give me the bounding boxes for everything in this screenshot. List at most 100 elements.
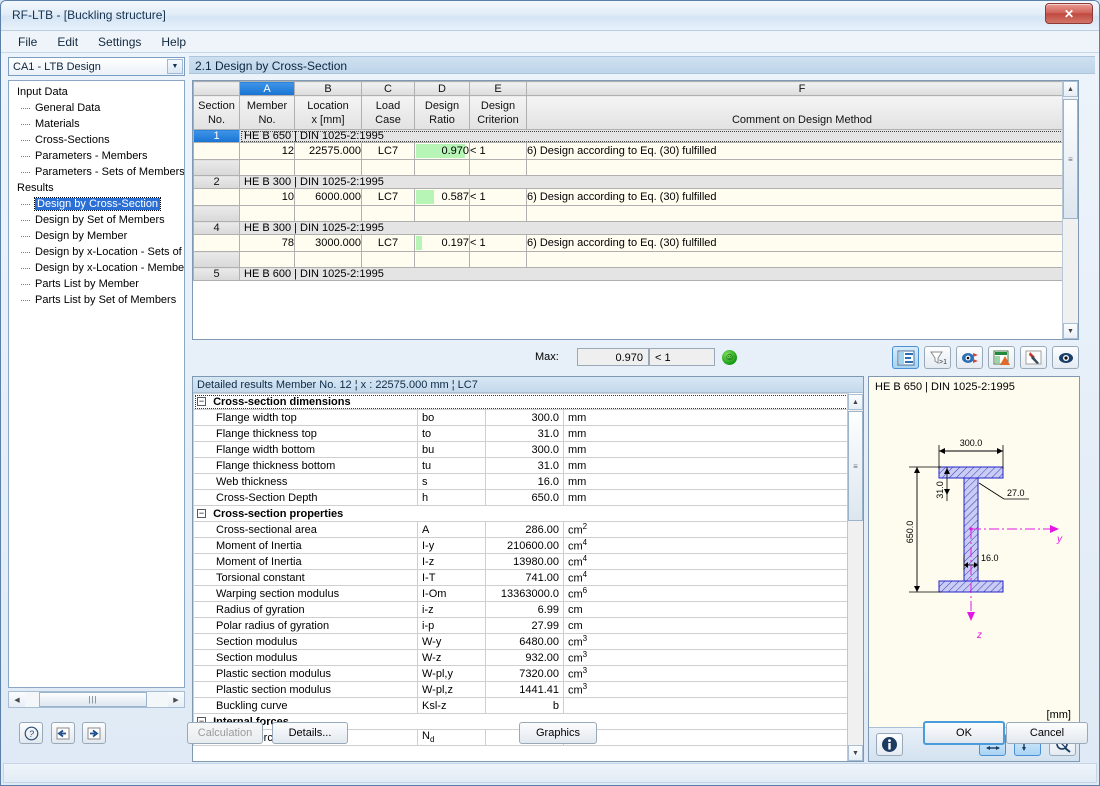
cell-location[interactable]: 6000.000 xyxy=(294,188,362,206)
menu-settings[interactable]: Settings xyxy=(89,32,150,52)
cell-design-criterion[interactable]: < 1 xyxy=(469,188,527,206)
blank-cell[interactable] xyxy=(294,251,362,268)
detail-row[interactable]: Flange thickness bottom tu 31.0 mm xyxy=(193,457,849,474)
detail-row[interactable]: Polar radius of gyration i-p 27.99 cm xyxy=(193,617,849,634)
detailed-results-panel[interactable]: Detailed results Member No. 12 ¦ x : 225… xyxy=(192,376,864,762)
detail-row[interactable]: Radius of gyration i-z 6.99 cm xyxy=(193,601,849,618)
sidebar-item-parameters-members[interactable]: Parameters - Members xyxy=(13,148,184,164)
cell-location[interactable]: 3000.000 xyxy=(294,234,362,252)
chevron-down-icon[interactable]: ▼ xyxy=(167,59,183,74)
detail-row[interactable]: Flange width top bo 300.0 mm xyxy=(193,409,849,426)
scroll-thumb[interactable]: ||| xyxy=(39,692,147,707)
ok-button[interactable]: OK xyxy=(923,721,1005,745)
blank-cell[interactable] xyxy=(414,159,470,176)
details-button[interactable]: Details... xyxy=(272,722,348,744)
column-letter-f[interactable]: F xyxy=(526,81,1078,96)
blank-cell[interactable] xyxy=(469,205,527,222)
cell-design-ratio[interactable]: 0.197 xyxy=(414,234,470,252)
blank-cell[interactable] xyxy=(469,251,527,268)
cell-comment[interactable]: 6) Design according to Eq. (30) fulfille… xyxy=(526,188,1078,206)
cell-load-case[interactable]: LC7 xyxy=(361,234,415,252)
scroll-thumb[interactable]: ≡ xyxy=(1063,99,1078,219)
blank-cell[interactable] xyxy=(526,159,1078,176)
blank-cell[interactable] xyxy=(294,159,362,176)
results-table[interactable]: A B C D E F Section No. Member No. Locat… xyxy=(192,80,1079,340)
menu-edit[interactable]: Edit xyxy=(48,32,87,52)
blank-cell[interactable] xyxy=(239,205,295,222)
column-letter-a[interactable]: A xyxy=(239,81,295,96)
cell-location[interactable]: 22575.000 xyxy=(294,142,362,160)
blank-cell[interactable] xyxy=(361,159,415,176)
previous-arrow-icon[interactable] xyxy=(51,722,75,744)
results-vertical-scrollbar[interactable]: ▲ ≡ ▼ xyxy=(1062,81,1078,339)
blank-cell[interactable] xyxy=(414,205,470,222)
visibility-eye-icon[interactable] xyxy=(1052,346,1079,369)
column-letter-d[interactable]: D xyxy=(414,81,470,96)
detail-row[interactable]: Plastic section modulus W-pl,y 7320.00 c… xyxy=(193,665,849,682)
blank-cell[interactable] xyxy=(526,205,1078,222)
cell-member-no[interactable]: 10 xyxy=(239,188,295,206)
cell-comment[interactable]: 6) Design according to Eq. (30) fulfille… xyxy=(526,142,1078,160)
cancel-button[interactable]: Cancel xyxy=(1006,722,1088,744)
sidebar-item-design-by-set-of-members[interactable]: Design by Set of Members xyxy=(13,212,184,228)
cross-section-graphic-panel[interactable]: HE B 650 | DIN 1025-2:1995 300.0 650.0 3… xyxy=(868,376,1080,762)
table-row[interactable]: 12 22575.000 LC7 0.970 < 1 6) Design acc… xyxy=(193,142,1078,160)
blank-cell[interactable] xyxy=(294,205,362,222)
view-results-icon[interactable] xyxy=(956,346,983,369)
table-row[interactable]: 78 3000.000 LC7 0.197 < 1 6) Design acco… xyxy=(193,234,1078,252)
table-blank-row[interactable] xyxy=(193,251,1078,268)
blank-cell[interactable] xyxy=(361,251,415,268)
column-letter-b[interactable]: B xyxy=(294,81,362,96)
sidebar-item-general-data[interactable]: General Data xyxy=(13,100,184,116)
detail-row[interactable]: Warping section modulus I-Om 13363000.0 … xyxy=(193,585,849,602)
blank-cell[interactable] xyxy=(239,159,295,176)
detail-group-cross-section-properties[interactable]: − Cross-section properties xyxy=(193,505,849,522)
calculation-button[interactable]: Calculation xyxy=(187,722,263,744)
cell-member-no[interactable]: 12 xyxy=(239,142,295,160)
design-case-combo[interactable]: CA1 - LTB Design ▼ xyxy=(8,57,185,76)
sidebar-item-parameters-sets-of-members[interactable]: Parameters - Sets of Members xyxy=(13,164,184,180)
detail-row[interactable]: Flange thickness top to 31.0 mm xyxy=(193,425,849,442)
table-section-row[interactable]: 4 HE B 300 | DIN 1025-2:1995 xyxy=(193,221,1078,235)
detail-row[interactable]: Buckling curve Ksl-z b xyxy=(193,697,849,714)
blank-cell[interactable] xyxy=(469,159,527,176)
sidebar-item-design-by-member[interactable]: Design by Member xyxy=(13,228,184,244)
cell-design-ratio[interactable]: 0.587 xyxy=(414,188,470,206)
detail-table[interactable]: − Cross-section dimensions Flange width … xyxy=(193,393,849,746)
collapse-icon[interactable]: − xyxy=(197,509,206,519)
detail-row[interactable]: Web thickness s 16.0 mm xyxy=(193,473,849,490)
navigation-tree[interactable]: Input Data General Data Materials Cross-… xyxy=(8,80,185,688)
detail-row[interactable]: Torsional constant I-T 741.00 cm4 xyxy=(193,569,849,586)
column-letter-c[interactable]: C xyxy=(361,81,415,96)
pin-selection-icon[interactable] xyxy=(1020,346,1047,369)
sidebar-item-parts-list-by-member[interactable]: Parts List by Member xyxy=(13,276,184,292)
cell-comment[interactable]: 6) Design according to Eq. (30) fulfille… xyxy=(526,234,1078,252)
collapse-icon[interactable]: − xyxy=(197,397,206,407)
table-blank-row[interactable] xyxy=(193,159,1078,176)
sidebar-item-materials[interactable]: Materials xyxy=(13,116,184,132)
sidebar-item-design-by-x-location-members[interactable]: Design by x-Location - Members xyxy=(13,260,184,276)
scroll-left-icon[interactable]: ◀ xyxy=(9,692,25,707)
menu-help[interactable]: Help xyxy=(152,32,195,52)
export-excel-icon[interactable] xyxy=(988,346,1015,369)
scroll-track[interactable]: ||| xyxy=(25,692,168,707)
menu-file[interactable]: File xyxy=(9,32,46,52)
detail-row[interactable]: Section modulus W-y 6480.00 cm3 xyxy=(193,633,849,650)
sidebar-item-cross-sections[interactable]: Cross-Sections xyxy=(13,132,184,148)
detail-row[interactable]: Moment of Inertia I-y 210600.00 cm4 xyxy=(193,537,849,554)
scroll-right-icon[interactable]: ▶ xyxy=(168,692,184,707)
cell-load-case[interactable]: LC7 xyxy=(361,142,415,160)
sidebar-item-design-by-cross-section[interactable]: Design by Cross-Section xyxy=(13,196,184,212)
table-row[interactable]: 10 6000.000 LC7 0.587 < 1 6) Design acco… xyxy=(193,188,1078,206)
scroll-up-icon[interactable]: ▲ xyxy=(1063,81,1078,97)
column-letter-e[interactable]: E xyxy=(469,81,527,96)
next-arrow-icon[interactable] xyxy=(82,722,106,744)
table-section-row[interactable]: 2 HE B 300 | DIN 1025-2:1995 xyxy=(193,175,1078,189)
help-question-icon[interactable]: ? xyxy=(19,722,43,744)
cell-load-case[interactable]: LC7 xyxy=(361,188,415,206)
sidebar-item-design-by-x-location-sets[interactable]: Design by x-Location - Sets of M xyxy=(13,244,184,260)
navigation-horizontal-scrollbar[interactable]: ◀ ||| ▶ xyxy=(8,691,185,708)
detail-row[interactable]: Section modulus W-z 932.00 cm3 xyxy=(193,649,849,666)
table-blank-row[interactable] xyxy=(193,205,1078,222)
filter-greater-one-icon[interactable]: >1 xyxy=(924,346,951,369)
